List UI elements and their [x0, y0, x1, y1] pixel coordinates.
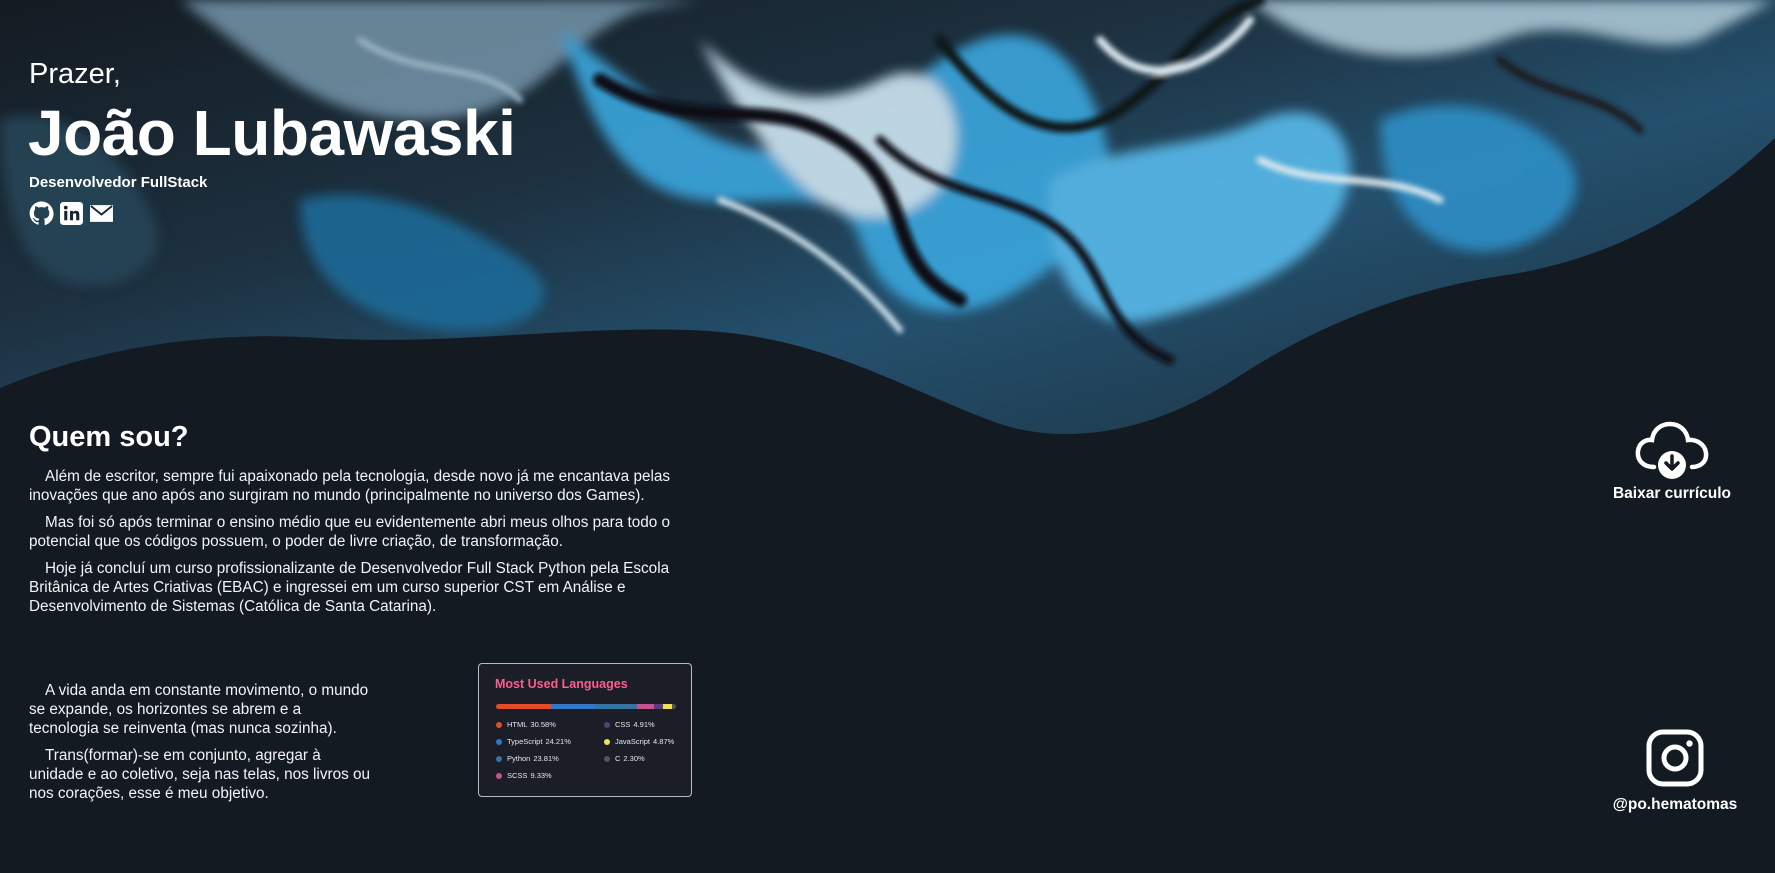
github-icon: [29, 201, 54, 226]
instagram-icon: [1646, 729, 1704, 787]
about-paragraph: Além de escritor, sempre fui apaixonado …: [29, 468, 671, 504]
download-label: Baixar currículo: [1612, 485, 1732, 502]
hero-name: João Lubawaski: [28, 97, 516, 169]
most-used-languages-card: Most Used Languages HTML 30.58% TypeScript…: [478, 663, 692, 797]
language-name: JavaScript: [615, 737, 651, 746]
mail-icon: [90, 205, 113, 222]
language-item: SCSS 9.33%: [496, 771, 552, 780]
language-bar-segment: [671, 704, 676, 709]
language-bar-segment: [654, 704, 664, 709]
language-item: TypeScript 24.21%: [496, 737, 571, 746]
about-text: Além de escritor, sempre fui apaixonado …: [29, 467, 701, 624]
hero-role: Desenvolvedor FullStack: [29, 174, 208, 191]
language-name: TypeScript: [507, 737, 543, 746]
closing-paragraph: Trans(formar)-se em conjunto, agregar à …: [29, 747, 370, 802]
language-bar-segment: [663, 704, 672, 709]
language-bar-segment: [551, 704, 595, 709]
language-percent: 2.30%: [623, 754, 645, 763]
language-bar-segment: [637, 704, 655, 709]
linkedin-link[interactable]: [59, 201, 84, 226]
language-percent: 23.81%: [533, 754, 559, 763]
greeting: Prazer,: [29, 58, 121, 90]
language-color-dot: [496, 721, 502, 728]
language-color-dot: [496, 755, 502, 762]
closing-text: A vida anda em constante movimento, o mu…: [29, 681, 371, 811]
language-name: CSS: [615, 720, 631, 729]
language-color-dot: [496, 738, 502, 745]
language-item: CSS 4.91%: [604, 720, 655, 729]
language-color-dot: [496, 772, 502, 779]
language-item: Python 23.81%: [496, 754, 559, 763]
github-link[interactable]: [29, 201, 54, 226]
language-name: C: [615, 754, 621, 763]
language-name: HTML: [507, 720, 528, 729]
closing-paragraph: A vida anda em constante movimento, o mu…: [29, 682, 369, 737]
about-paragraph: Hoje já concluí um curso profissionaliza…: [29, 560, 670, 615]
language-item: HTML 30.58%: [496, 720, 556, 729]
about-title: Quem sou?: [29, 421, 189, 453]
language-bar-segment: [496, 704, 552, 709]
languages-bar: [496, 704, 676, 709]
language-percent: 4.87%: [653, 737, 675, 746]
language-bar-segment: [594, 704, 638, 709]
instagram-link[interactable]: @po.hematomas: [1604, 728, 1746, 814]
social-links: [29, 201, 114, 226]
language-percent: 9.33%: [530, 771, 552, 780]
language-color-dot: [604, 738, 610, 745]
linkedin-icon: [60, 202, 83, 225]
download-resume-button[interactable]: Baixar currículo: [1605, 419, 1739, 503]
language-percent: 4.91%: [633, 720, 655, 729]
language-percent: 30.58%: [530, 720, 556, 729]
instagram-handle: @po.hematomas: [1612, 796, 1738, 813]
language-name: SCSS: [507, 771, 528, 780]
language-color-dot: [604, 721, 610, 728]
language-item: C 2.30%: [604, 754, 645, 763]
language-name: Python: [507, 754, 531, 763]
about-paragraph: Mas foi só após terminar o ensino médio …: [29, 514, 670, 550]
cloud-download-icon: [1635, 421, 1709, 479]
email-link[interactable]: [89, 201, 114, 226]
language-item: JavaScript 4.87%: [604, 737, 674, 746]
language-percent: 24.21%: [545, 737, 571, 746]
language-color-dot: [604, 755, 610, 762]
card-title: Most Used Languages: [495, 677, 628, 691]
